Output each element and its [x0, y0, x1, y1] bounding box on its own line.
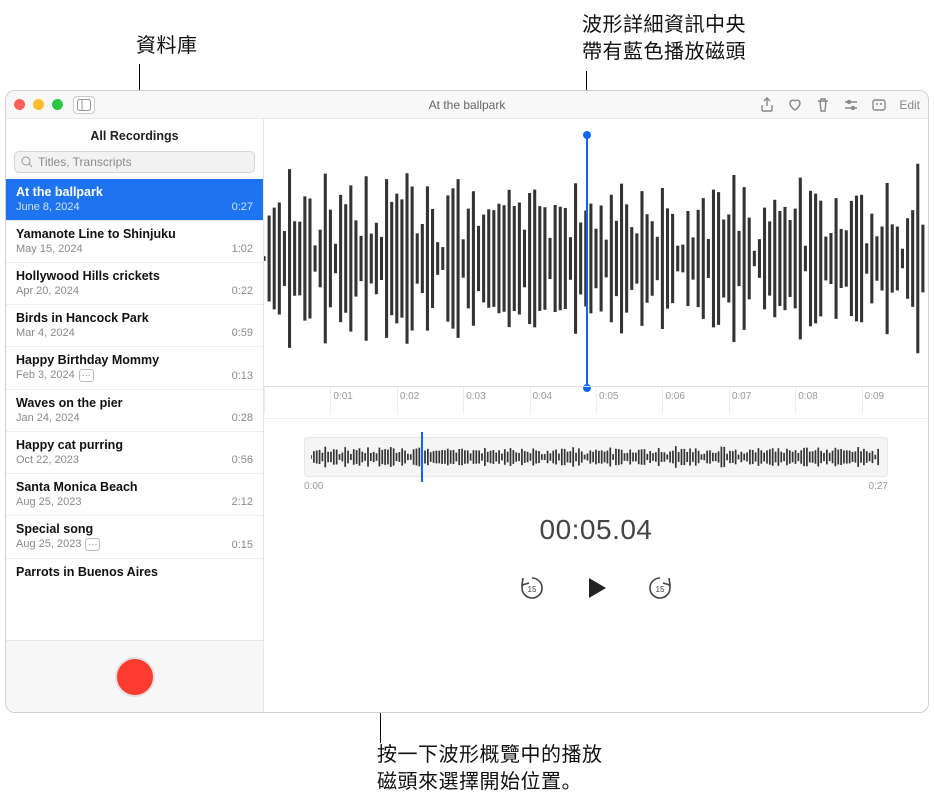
callout-playhead: 波形詳細資訊中央 帶有藍色播放磁頭: [582, 12, 746, 66]
transcript-badge-icon: ⋯: [79, 369, 94, 382]
waveform-detail[interactable]: 0:010:020:030:040:050:060:070:080:09: [264, 119, 928, 419]
list-item-date: May 15, 2024: [16, 243, 83, 255]
main-panel: 0:010:020:030:040:050:060:070:080:09 0:0…: [264, 119, 928, 712]
sidebar-footer: [6, 640, 263, 712]
waveform-svg: [264, 139, 928, 378]
list-item[interactable]: Parrots in Buenos Aires: [6, 559, 263, 588]
list-item[interactable]: At the ballpark June 8, 2024 0:27: [6, 179, 263, 221]
list-item-title: Special song: [16, 522, 253, 536]
favorite-icon[interactable]: [787, 97, 803, 113]
traffic-lights: [14, 99, 63, 110]
callout-line: [139, 64, 140, 90]
list-item-duration: 0:13: [232, 370, 253, 382]
titlebar: At the ballpark Edit: [6, 91, 928, 119]
timeline: 0:010:020:030:040:050:060:070:080:09: [264, 386, 928, 414]
list-item-date: June 8, 2024: [16, 201, 80, 213]
list-item[interactable]: Santa Monica Beach Aug 25, 2023 2:12: [6, 474, 263, 516]
list-item-title: Happy cat purring: [16, 438, 253, 452]
list-item-date: Aug 25, 2023: [16, 496, 81, 508]
overview-end: 0:27: [869, 481, 888, 492]
overview-labels: 0:00 0:27: [304, 481, 888, 492]
playhead-overview[interactable]: [421, 432, 423, 482]
sidebar: All Recordings Titles, Transcripts At th…: [6, 119, 264, 712]
list-item-date: Apr 20, 2024: [16, 285, 79, 297]
list-item-title: Yamanote Line to Shinjuku: [16, 227, 253, 241]
list-item-duration: 2:12: [232, 496, 253, 508]
list-item-date: Oct 22, 2023: [16, 454, 79, 466]
list-item-duration: 0:56: [232, 454, 253, 466]
app-window: At the ballpark Edit All Recordings Titl…: [5, 90, 929, 713]
list-item-duration: 0:15: [232, 539, 253, 551]
list-item-duration: 0:59: [232, 327, 253, 339]
list-item-duration: 0:28: [232, 412, 253, 424]
overview-svg: [311, 444, 881, 470]
close-window[interactable]: [14, 99, 25, 110]
playback-controls: 15 15: [264, 574, 928, 602]
list-item[interactable]: Yamanote Line to Shinjuku May 15, 2024 1:0…: [6, 221, 263, 263]
list-item-duration: 1:02: [232, 243, 253, 255]
minimize-window[interactable]: [33, 99, 44, 110]
list-item-duration: 0:22: [232, 285, 253, 297]
list-item-title: Parrots in Buenos Aires: [16, 565, 253, 579]
list-item-title: Santa Monica Beach: [16, 480, 253, 494]
list-item[interactable]: Waves on the pier Jan 24, 2024 0:28: [6, 390, 263, 432]
forward-15-button[interactable]: 15: [646, 574, 674, 602]
adjustments-icon[interactable]: [843, 97, 859, 113]
svg-text:15: 15: [656, 585, 665, 594]
transcript-icon[interactable]: [871, 97, 887, 113]
waveform-overview[interactable]: [304, 437, 888, 477]
list-item-title: At the ballpark: [16, 185, 253, 199]
current-time: 00:05.04: [264, 514, 928, 546]
play-button[interactable]: [582, 574, 610, 602]
recordings-list: At the ballpark June 8, 2024 0:27 Yamanote …: [6, 179, 263, 640]
svg-text:15: 15: [528, 585, 537, 594]
search-icon: [21, 156, 33, 168]
share-icon[interactable]: [759, 97, 775, 113]
list-item[interactable]: Happy cat purring Oct 22, 2023 0:56: [6, 432, 263, 474]
list-item-title: Hollywood Hills crickets: [16, 269, 253, 283]
list-item[interactable]: Happy Birthday Mommy Feb 3, 2024⋯ 0:13: [6, 347, 263, 390]
transcript-badge-icon: ⋯: [85, 538, 100, 551]
list-item-title: Birds in Hancock Park: [16, 311, 253, 325]
maximize-window[interactable]: [52, 99, 63, 110]
sidebar-toggle-button[interactable]: [73, 96, 95, 114]
list-item-date: Mar 4, 2024: [16, 327, 75, 339]
list-item-title: Waves on the pier: [16, 396, 253, 410]
record-button[interactable]: [115, 657, 155, 697]
list-item-date: Jan 24, 2024: [16, 412, 80, 424]
list-item-date: Aug 25, 2023⋯: [16, 538, 100, 551]
overview-start: 0:00: [304, 481, 323, 492]
callout-overview: 按一下波形概覽中的播放 磁頭來選擇開始位置。: [377, 742, 603, 796]
list-item[interactable]: Hollywood Hills crickets Apr 20, 2024 0:22: [6, 263, 263, 305]
trash-icon[interactable]: [815, 97, 831, 113]
sidebar-header: All Recordings: [6, 119, 263, 151]
playhead-detail[interactable]: [586, 135, 588, 388]
list-item[interactable]: Birds in Hancock Park Mar 4, 2024 0:59: [6, 305, 263, 347]
list-item-title: Happy Birthday Mommy: [16, 353, 253, 367]
search-placeholder: Titles, Transcripts: [38, 155, 132, 169]
list-item-date: Feb 3, 2024⋯: [16, 369, 94, 382]
search-input[interactable]: Titles, Transcripts: [14, 151, 255, 173]
callout-library: 資料庫: [136, 33, 198, 60]
rewind-15-button[interactable]: 15: [518, 574, 546, 602]
list-item-duration: 0:27: [232, 201, 253, 213]
edit-button[interactable]: Edit: [899, 98, 920, 112]
list-item[interactable]: Special song Aug 25, 2023⋯ 0:15: [6, 516, 263, 559]
